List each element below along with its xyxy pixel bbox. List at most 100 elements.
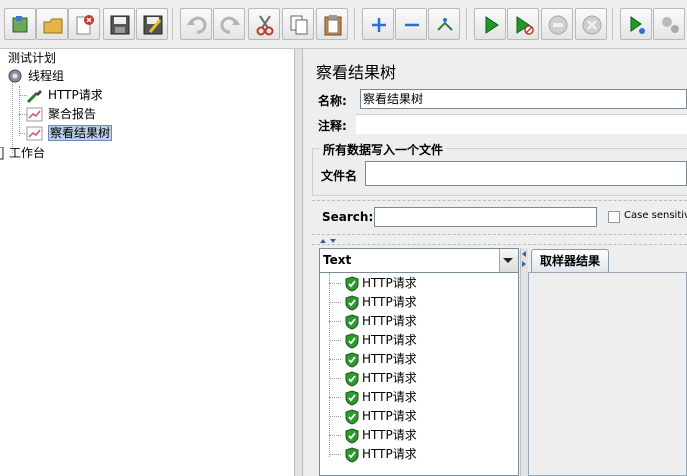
tree-node-http-request[interactable]: HTTP请求 [26, 86, 103, 104]
results-tree-chart-icon [26, 126, 43, 141]
renderer-select-value: Text [323, 253, 352, 267]
renderer-select-arrow[interactable] [499, 249, 518, 272]
paste-icon [324, 15, 342, 36]
name-label: 名称: [318, 94, 347, 108]
remote-start-icon [630, 16, 645, 34]
chevron-down-icon [503, 258, 513, 263]
stop-icon [548, 15, 568, 35]
result-row-label: HTTP请求 [362, 390, 417, 404]
close-file-button[interactable] [68, 8, 100, 40]
filename-field[interactable] [365, 161, 687, 186]
copy-button[interactable] [282, 8, 314, 40]
collapse-all-button[interactable] [395, 8, 427, 40]
comment-field[interactable] [356, 114, 687, 134]
cut-icon [256, 15, 274, 36]
panel-title: 察看结果树 [316, 63, 397, 82]
result-row-label: HTTP请求 [362, 276, 417, 290]
sampler-result-content [528, 272, 687, 476]
result-row[interactable]: HTTP请求 [320, 426, 516, 445]
success-shield-icon [345, 333, 359, 349]
result-tabs: 取样器结果 [528, 248, 687, 476]
result-row[interactable]: HTTP请求 [320, 312, 516, 331]
result-row-label: HTTP请求 [362, 314, 417, 328]
result-row-label: HTTP请求 [362, 371, 417, 385]
save-button[interactable] [103, 8, 135, 40]
toolbar [0, 0, 687, 49]
undo-button[interactable] [180, 8, 212, 40]
result-row-label: HTTP请求 [362, 447, 417, 461]
result-row-label: HTTP请求 [362, 352, 417, 366]
aggregate-report-chart-icon [26, 107, 43, 122]
tree-node-results-tree[interactable]: 察看结果树 [26, 124, 113, 142]
success-shield-icon [345, 409, 359, 425]
remote-start-button[interactable] [620, 8, 652, 40]
result-row[interactable]: HTTP请求 [320, 293, 516, 312]
toggle-button[interactable] [428, 8, 460, 40]
result-row-label: HTTP请求 [362, 409, 417, 423]
save-as-button[interactable] [136, 8, 168, 40]
comment-label: 注释: [318, 119, 347, 133]
result-row[interactable]: HTTP请求 [320, 407, 516, 426]
result-row[interactable]: HTTP请求 [320, 369, 516, 388]
success-shield-icon [345, 295, 359, 311]
result-row-label: HTTP请求 [362, 428, 417, 442]
tree-node-test-plan[interactable]: 测试计划 [8, 49, 56, 67]
result-row[interactable]: HTTP请求 [320, 445, 516, 464]
tree-node-label: 工作台 [9, 146, 46, 160]
close-file-icon [76, 15, 94, 35]
success-shield-icon [345, 371, 359, 387]
search-label: Search: [322, 210, 374, 224]
test-plan-tree: 测试计划 线程组 HTTP请求 聚合报告 察看结果树 工作台 [0, 49, 294, 476]
remote-stop-icon [662, 17, 679, 33]
expand-all-button[interactable] [362, 8, 394, 40]
remote-stop-button[interactable] [653, 8, 685, 40]
success-shield-icon [345, 276, 359, 292]
case-sensitive-checkbox[interactable] [608, 211, 620, 223]
split-arrows-icon[interactable] [521, 250, 528, 270]
tree-node-label: 线程组 [28, 69, 65, 83]
paste-button[interactable] [316, 8, 348, 40]
tree-node-workbench[interactable]: 工作台 [0, 144, 45, 162]
renderer-select[interactable]: Text [319, 248, 519, 273]
results-splitter[interactable] [520, 248, 528, 476]
filename-label: 文件名 [321, 169, 358, 183]
collapse-icon [405, 23, 419, 27]
templates-icon [12, 16, 28, 33]
thread-group-gear-icon [8, 69, 22, 83]
write-to-file-group-title: 所有数据写入一个文件 [320, 141, 447, 158]
start-no-pauses-icon [516, 16, 534, 35]
result-row-label: HTTP请求 [362, 295, 417, 309]
result-row[interactable]: HTTP请求 [320, 350, 516, 369]
redo-button[interactable] [213, 8, 245, 40]
toggle-icon [437, 18, 453, 31]
search-field[interactable] [374, 207, 597, 227]
stop-button[interactable] [541, 8, 573, 40]
start-no-pauses-button[interactable] [507, 8, 539, 40]
success-shield-icon [345, 390, 359, 406]
success-shield-icon [345, 314, 359, 330]
main-splitter[interactable] [294, 49, 303, 476]
cut-button[interactable] [248, 8, 280, 40]
results-tree-panel: 察看结果树 名称: 察看结果树 注释: 所有数据写入一个文件 文件名 Searc… [303, 49, 687, 476]
tree-node-label-selected: 察看结果树 [48, 125, 113, 141]
open-button[interactable] [36, 8, 68, 40]
result-row-label: HTTP请求 [362, 333, 417, 347]
shutdown-button[interactable] [575, 8, 607, 40]
http-sampler-pipette-icon [26, 90, 42, 103]
tree-node-thread-group[interactable]: 线程组 [6, 67, 64, 85]
case-sensitive-label: Case sensitive [624, 210, 687, 221]
shutdown-icon [582, 15, 602, 35]
templates-button[interactable] [4, 8, 36, 40]
redo-icon [220, 16, 240, 34]
success-shield-icon [345, 352, 359, 368]
tree-node-aggregate-report[interactable]: 聚合报告 [26, 105, 96, 123]
result-row[interactable]: HTTP请求 [320, 388, 516, 407]
results-list: HTTP请求 HTTP请求 HTTP请求 HTTP请求 HTTP请求 HTTP请求 HTTP… [319, 273, 519, 476]
name-field[interactable]: 察看结果树 [360, 89, 687, 109]
result-row[interactable]: HTTP请求 [320, 331, 516, 350]
result-row[interactable]: HTTP请求 [320, 274, 516, 293]
tree-node-label: 聚合报告 [48, 107, 97, 121]
start-button[interactable] [474, 8, 506, 40]
tab-sampler-result[interactable]: 取样器结果 [531, 249, 610, 272]
success-shield-icon [345, 447, 359, 463]
